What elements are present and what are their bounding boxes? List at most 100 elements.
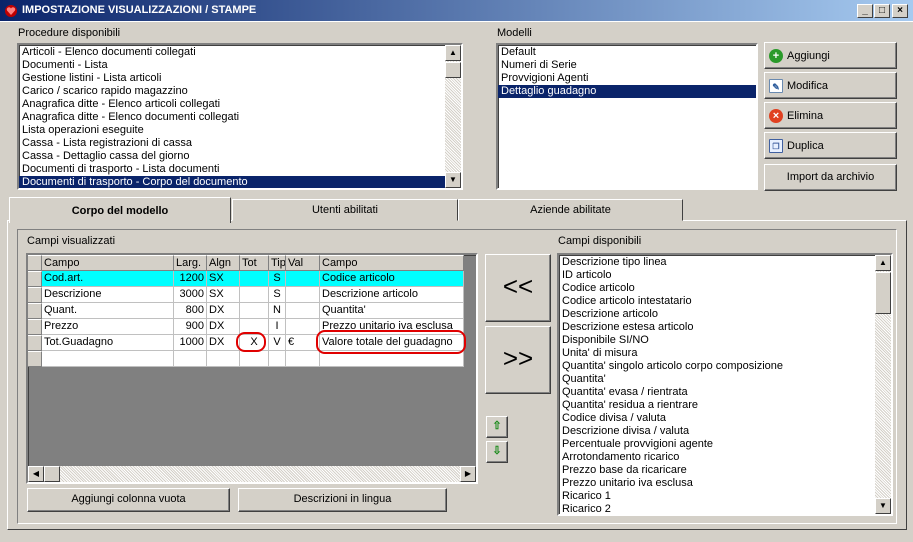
- arrow-down-icon[interactable]: ⇩: [486, 441, 508, 463]
- grid-cell[interactable]: DX: [207, 319, 240, 335]
- available-field-item[interactable]: Ricarico 1: [559, 490, 875, 503]
- grid-cell[interactable]: Descrizione articolo: [320, 287, 464, 303]
- available-field-item[interactable]: Descrizione divisa / valuta: [559, 425, 875, 438]
- available-field-item[interactable]: Disponibile SI/NO: [559, 334, 875, 347]
- model-item[interactable]: Dettaglio guadagno: [498, 85, 756, 98]
- scroll-thumb[interactable]: [445, 62, 461, 78]
- grid-cell[interactable]: Prezzo: [42, 319, 174, 335]
- scroll-up-icon[interactable]: ▲: [875, 255, 891, 271]
- scroll-thumb[interactable]: [875, 272, 891, 314]
- grid-cell[interactable]: [240, 287, 269, 303]
- grid-cell[interactable]: N: [269, 303, 286, 319]
- grid-cell[interactable]: 1000: [174, 335, 207, 351]
- duplicate-model-button[interactable]: ❐ Duplica: [764, 132, 897, 159]
- available-field-item[interactable]: Quantita' residua a rientrare: [559, 399, 875, 412]
- row-selector[interactable]: [28, 351, 42, 367]
- grid-cell[interactable]: 900: [174, 319, 207, 335]
- grid-header-cell[interactable]: Campo: [42, 255, 174, 271]
- delete-model-button[interactable]: × Elimina: [764, 102, 897, 129]
- row-selector[interactable]: [28, 303, 42, 319]
- grid-cell[interactable]: Tot.Guadagno: [42, 335, 174, 351]
- grid-cell[interactable]: [286, 287, 320, 303]
- available-field-item[interactable]: Codice divisa / valuta: [559, 412, 875, 425]
- add-empty-column-button[interactable]: Aggiungi colonna vuota: [27, 488, 230, 512]
- grid-cell[interactable]: SX: [207, 271, 240, 287]
- grid-cell[interactable]: [240, 271, 269, 287]
- grid-cell[interactable]: Quant.: [42, 303, 174, 319]
- available-field-item[interactable]: Prezzo base da ricaricare: [559, 464, 875, 477]
- available-fields-scrollbar[interactable]: ▲ ▼: [875, 255, 891, 514]
- procedure-item[interactable]: Documenti - Lista: [19, 59, 445, 72]
- available-field-item[interactable]: Descrizione estesa articolo: [559, 321, 875, 334]
- grid-cell[interactable]: SX: [207, 287, 240, 303]
- grid-cell[interactable]: [240, 303, 269, 319]
- scroll-up-icon[interactable]: ▲: [445, 45, 461, 61]
- grid-header-cell[interactable]: Larg.: [174, 255, 207, 271]
- grid-cell[interactable]: [286, 271, 320, 287]
- procedure-item[interactable]: Articoli - Elenco documenti collegati: [19, 46, 445, 59]
- grid-header-cell[interactable]: Algn: [207, 255, 240, 271]
- grid-cell[interactable]: €: [286, 335, 320, 351]
- grid-cell[interactable]: I: [269, 319, 286, 335]
- move-right-button[interactable]: >>: [485, 326, 551, 394]
- grid-cell[interactable]: 1200: [174, 271, 207, 287]
- grid-cell[interactable]: [286, 319, 320, 335]
- grid-header-cell[interactable]: Campo: [320, 255, 464, 271]
- procedure-item[interactable]: Gestione listini - Lista articoli: [19, 72, 445, 85]
- arrow-up-icon[interactable]: ⇧: [486, 416, 508, 438]
- procedure-item[interactable]: Carico / scarico rapido magazzino: [19, 85, 445, 98]
- grid-cell[interactable]: [174, 351, 207, 367]
- minimize-button[interactable]: _: [857, 4, 873, 18]
- available-field-item[interactable]: Quantita' singolo articolo corpo composi…: [559, 360, 875, 373]
- available-field-item[interactable]: Descrizione articolo: [559, 308, 875, 321]
- available-field-item[interactable]: Codice articolo: [559, 282, 875, 295]
- grid-cell[interactable]: 3000: [174, 287, 207, 303]
- grid-cell[interactable]: [240, 351, 269, 367]
- row-selector[interactable]: [28, 319, 42, 335]
- close-button[interactable]: ×: [892, 4, 908, 18]
- add-model-button[interactable]: + Aggiungi: [764, 42, 897, 69]
- grid-cell[interactable]: Quantita': [320, 303, 464, 319]
- grid-hscrollbar[interactable]: ◀ ▶: [28, 466, 476, 482]
- model-item[interactable]: Default: [498, 46, 756, 59]
- procedure-item[interactable]: Lista operazioni eseguite: [19, 124, 445, 137]
- available-field-item[interactable]: Percentuale provvigioni agente: [559, 438, 875, 451]
- model-item[interactable]: Numeri di Serie: [498, 59, 756, 72]
- visible-fields-grid[interactable]: Campo Larg. Algn Tot Tip Val Campo Cod.art. 1200…: [26, 253, 478, 484]
- grid-cell[interactable]: V: [269, 335, 286, 351]
- models-list[interactable]: Default Numeri di Serie Provvigioni Agenti…: [496, 43, 758, 190]
- grid-cell[interactable]: Cod.art.: [42, 271, 174, 287]
- procedure-item[interactable]: Cassa - Lista registrazioni di cassa: [19, 137, 445, 150]
- edit-model-button[interactable]: ✎ Modifica: [764, 72, 897, 99]
- procedure-item[interactable]: Documenti di trasporto - Corpo del docum…: [19, 176, 445, 188]
- procedures-scrollbar[interactable]: ▲ ▼: [445, 45, 461, 188]
- row-selector[interactable]: [28, 287, 42, 303]
- import-archive-button[interactable]: Import da archivio: [764, 164, 897, 191]
- scroll-left-icon[interactable]: ◀: [28, 466, 44, 482]
- available-field-item[interactable]: ID articolo: [559, 269, 875, 282]
- grid-header-cell[interactable]: Val: [286, 255, 320, 271]
- scroll-down-icon[interactable]: ▼: [445, 172, 461, 188]
- grid-cell[interactable]: Descrizione: [42, 287, 174, 303]
- available-fields-list[interactable]: Descrizione tipo linea ID articolo Codice …: [557, 253, 893, 516]
- available-field-item[interactable]: Ricarico 2: [559, 503, 875, 514]
- grid-cell[interactable]: S: [269, 287, 286, 303]
- grid-cell[interactable]: S: [269, 271, 286, 287]
- tab-aziende-abilitate[interactable]: Aziende abilitate: [458, 199, 683, 221]
- procedure-item[interactable]: Cassa - Dettaglio cassa del giorno: [19, 150, 445, 163]
- grid-cell[interactable]: [269, 351, 286, 367]
- available-field-item[interactable]: Quantita' evasa / rientrata: [559, 386, 875, 399]
- tab-utenti-abilitati[interactable]: Utenti abilitati: [232, 199, 458, 221]
- procedure-item[interactable]: Documenti di trasporto - Lista documenti: [19, 163, 445, 176]
- available-field-item[interactable]: Unita' di misura: [559, 347, 875, 360]
- move-left-button[interactable]: <<: [485, 254, 551, 322]
- grid-cell[interactable]: [207, 351, 240, 367]
- procedure-item[interactable]: Anagrafica ditte - Elenco articoli colle…: [19, 98, 445, 111]
- available-field-item[interactable]: Descrizione tipo linea: [559, 256, 875, 269]
- tab-corpo-modello[interactable]: Corpo del modello: [9, 197, 231, 223]
- row-selector[interactable]: [28, 335, 42, 351]
- available-field-item[interactable]: Prezzo unitario iva esclusa: [559, 477, 875, 490]
- scroll-down-icon[interactable]: ▼: [875, 498, 891, 514]
- procedure-item[interactable]: Anagrafica ditte - Elenco documenti coll…: [19, 111, 445, 124]
- row-selector[interactable]: [28, 271, 42, 287]
